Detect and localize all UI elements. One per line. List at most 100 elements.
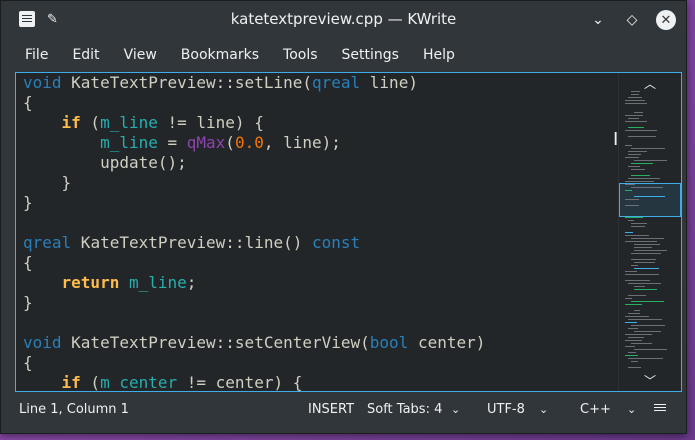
chevron-down-icon[interactable]: ⌄ bbox=[539, 391, 548, 428]
close-icon: ✕ bbox=[660, 12, 672, 28]
minimap-line bbox=[631, 226, 645, 227]
minimap-line bbox=[625, 355, 638, 356]
menu-view[interactable]: View bbox=[112, 38, 169, 72]
cursor-position[interactable]: Line 1, Column 1 bbox=[19, 391, 129, 428]
maximize-button[interactable]: ◇ bbox=[622, 10, 642, 30]
editor-area[interactable]: void KateTextPreview::setLine(qreal line… bbox=[15, 72, 682, 392]
minimap-line bbox=[628, 337, 644, 338]
code-token: bool bbox=[369, 333, 409, 352]
menu-file[interactable]: File bbox=[13, 38, 60, 72]
minimap-line bbox=[631, 169, 645, 170]
code-token: qreal bbox=[23, 233, 72, 252]
minimap-line bbox=[634, 331, 661, 332]
code-line[interactable]: update(); bbox=[23, 153, 611, 173]
code-token: , line); bbox=[263, 133, 341, 152]
code-line[interactable] bbox=[23, 213, 611, 233]
minimap-line bbox=[625, 217, 643, 218]
code-line[interactable]: } bbox=[23, 173, 611, 193]
code-token: center) bbox=[408, 333, 486, 352]
minimap-scrollbar[interactable]: ︿ ﹀ bbox=[618, 73, 681, 391]
minimap-line bbox=[625, 280, 650, 281]
code-line[interactable]: if (m_center != center) { bbox=[23, 373, 611, 392]
minimap-line bbox=[628, 136, 656, 137]
minimap-line bbox=[625, 115, 643, 116]
code-line[interactable]: } bbox=[23, 293, 611, 313]
code-view[interactable]: void KateTextPreview::setLine(qreal line… bbox=[23, 73, 611, 392]
minimap-line bbox=[628, 151, 647, 152]
code-line[interactable]: m_line = qMax(0.0, line); bbox=[23, 133, 611, 153]
menu-edit[interactable]: Edit bbox=[60, 38, 111, 72]
minimap-line bbox=[625, 181, 654, 182]
code-token: 0.0 bbox=[234, 133, 264, 152]
minimap-line bbox=[628, 178, 660, 179]
language-dropdown[interactable]: C++ bbox=[580, 391, 611, 428]
encoding-dropdown[interactable]: UTF-8 bbox=[487, 391, 525, 428]
chevron-down-icon: ⌄ bbox=[592, 12, 604, 28]
code-line[interactable]: if (m_line != line) { bbox=[23, 113, 611, 133]
code-line[interactable]: { bbox=[23, 253, 611, 273]
code-token: qMax bbox=[186, 133, 226, 152]
code-token: m_line bbox=[100, 113, 158, 132]
chevron-down-icon[interactable]: ⌄ bbox=[451, 391, 460, 428]
menu-tools[interactable]: Tools bbox=[271, 38, 330, 72]
minimap-line bbox=[631, 259, 656, 260]
code-token: void bbox=[23, 333, 62, 352]
minimap-viewport[interactable] bbox=[619, 183, 681, 217]
code-token: ( bbox=[80, 373, 101, 392]
code-token: } bbox=[23, 173, 72, 192]
code-line[interactable]: void KateTextPreview::setCenterView(bool… bbox=[23, 333, 611, 353]
minimap-line bbox=[631, 343, 652, 344]
chevron-down-icon[interactable]: ⌄ bbox=[627, 391, 636, 428]
code-line[interactable]: } bbox=[23, 193, 611, 213]
code-line[interactable]: { bbox=[23, 353, 611, 373]
code-token: qreal bbox=[311, 73, 361, 92]
ibeam-cursor-icon: I bbox=[613, 129, 619, 150]
minimap-line bbox=[628, 220, 634, 221]
minimap-line bbox=[628, 154, 641, 155]
minimap-line bbox=[625, 334, 652, 335]
close-button[interactable]: ✕ bbox=[656, 10, 676, 30]
code-token: m_center bbox=[100, 373, 178, 392]
minimap-line bbox=[625, 232, 633, 233]
minimap-line bbox=[625, 316, 649, 317]
code-line[interactable]: return m_line; bbox=[23, 273, 611, 293]
minimap-line bbox=[625, 241, 657, 242]
code-line[interactable]: void KateTextPreview::setLine(qreal line… bbox=[23, 73, 611, 93]
scroll-up-arrow-icon[interactable]: ︿ bbox=[619, 75, 681, 92]
minimap-line bbox=[625, 271, 637, 272]
menu-help[interactable]: Help bbox=[411, 38, 467, 72]
minimap-line bbox=[625, 346, 635, 347]
minimap-line bbox=[634, 286, 645, 287]
code-token: void bbox=[23, 73, 62, 92]
minimap-line bbox=[625, 130, 657, 131]
minimap-line bbox=[625, 298, 632, 299]
menu-bookmarks[interactable]: Bookmarks bbox=[169, 38, 271, 72]
menu-settings[interactable]: Settings bbox=[330, 38, 411, 72]
minimap-line bbox=[631, 253, 661, 254]
minimap-line bbox=[625, 157, 639, 158]
minimize-button[interactable]: ⌄ bbox=[588, 10, 608, 30]
title-bar[interactable]: ✎ katetextpreview.cpp — KWrite ⌄ ◇ ✕ bbox=[1, 1, 686, 38]
minimap-line bbox=[628, 319, 662, 320]
code-token: ( bbox=[225, 133, 235, 152]
code-line[interactable] bbox=[23, 313, 611, 333]
scroll-down-arrow-icon[interactable]: ﹀ bbox=[619, 372, 681, 389]
code-token: KateTextPreview::setLine( bbox=[61, 73, 312, 92]
minimap-line bbox=[634, 196, 665, 197]
code-token: if bbox=[61, 113, 81, 132]
minimap-line bbox=[628, 127, 644, 128]
minimap-line bbox=[625, 205, 639, 206]
minimap-line bbox=[634, 289, 657, 290]
minimap-line bbox=[634, 250, 667, 251]
input-mode[interactable]: INSERT bbox=[308, 391, 354, 428]
minimap-line bbox=[634, 262, 655, 263]
indentation-dropdown[interactable]: Soft Tabs: 4 bbox=[367, 391, 442, 428]
minimap-line bbox=[625, 274, 659, 275]
code-line[interactable]: qreal KateTextPreview::line() const bbox=[23, 233, 611, 253]
code-line[interactable]: { bbox=[23, 93, 611, 113]
word-wrap-icon[interactable] bbox=[654, 404, 666, 414]
